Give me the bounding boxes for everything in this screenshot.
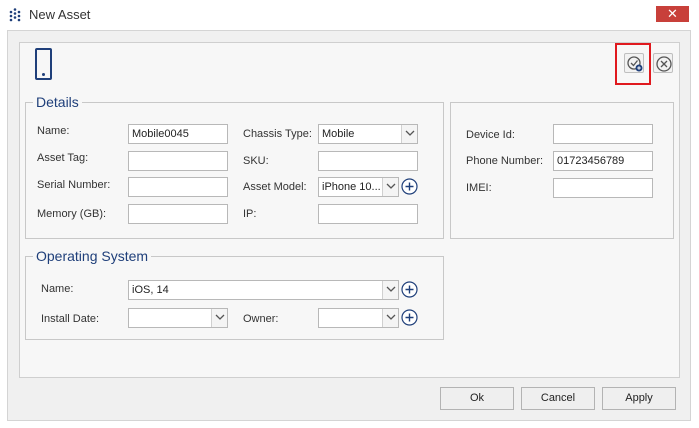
sku-input[interactable] xyxy=(318,151,418,171)
phone-home-dot xyxy=(42,73,45,76)
save-check-icon xyxy=(627,56,643,72)
chassis-type-label: Chassis Type: xyxy=(243,128,312,140)
install-date-picker[interactable] xyxy=(128,308,228,328)
asset-tag-input[interactable] xyxy=(128,151,228,171)
save-check-button[interactable] xyxy=(624,53,644,73)
os-name-label: Name: xyxy=(41,283,74,295)
ip-label: IP: xyxy=(243,208,257,220)
os-name-select[interactable]: iOS, 14 xyxy=(128,280,399,300)
details-title: Details xyxy=(33,94,82,110)
owner-label: Owner: xyxy=(243,313,279,325)
chassis-type-value: Mobile xyxy=(322,128,355,140)
serial-number-label: Serial Number: xyxy=(37,179,111,191)
sku-label: SKU: xyxy=(243,155,269,167)
ok-button[interactable]: Ok xyxy=(440,387,514,410)
os-name-value: iOS, 14 xyxy=(132,284,169,296)
phone-number-label: Phone Number: xyxy=(466,155,544,167)
serial-number-input[interactable] xyxy=(128,177,228,197)
asset-tag-label: Asset Tag: xyxy=(37,152,89,164)
cancel-button[interactable]: Cancel xyxy=(521,387,595,410)
ip-input[interactable] xyxy=(318,204,418,224)
chevron-down-icon[interactable] xyxy=(382,281,398,299)
name-label: Name: xyxy=(37,125,70,137)
discard-button[interactable] xyxy=(653,53,673,73)
title-bar: New Asset ✕ xyxy=(0,0,699,30)
chevron-down-icon[interactable] xyxy=(401,125,417,143)
chassis-type-select[interactable]: Mobile xyxy=(318,124,418,144)
name-input[interactable]: Mobile0045 xyxy=(128,124,228,144)
add-os-icon[interactable] xyxy=(401,281,418,298)
device-id-label: Device Id: xyxy=(466,129,515,141)
asset-model-value: iPhone 10... xyxy=(322,181,381,193)
device-id-input[interactable] xyxy=(553,124,653,144)
app-grid-icon xyxy=(9,8,21,22)
install-date-label: Install Date: xyxy=(41,313,100,325)
memory-label: Memory (GB): xyxy=(37,208,107,220)
window-close-button[interactable]: ✕ xyxy=(656,6,689,22)
phone-number-input[interactable]: 01723456789 xyxy=(553,151,653,171)
close-circle-icon xyxy=(656,56,672,72)
asset-model-label: Asset Model: xyxy=(243,181,307,193)
apply-button[interactable]: Apply xyxy=(602,387,676,410)
chevron-down-icon[interactable] xyxy=(211,309,227,327)
add-asset-model-icon[interactable] xyxy=(401,178,418,195)
asset-model-select[interactable]: iPhone 10... xyxy=(318,177,399,197)
add-owner-icon[interactable] xyxy=(401,309,418,326)
os-title: Operating System xyxy=(33,248,152,264)
memory-input[interactable] xyxy=(128,204,228,224)
chevron-down-icon[interactable] xyxy=(382,309,398,327)
window-title: New Asset xyxy=(29,7,91,22)
owner-select[interactable] xyxy=(318,308,399,328)
imei-input[interactable] xyxy=(553,178,653,198)
imei-label: IMEI: xyxy=(466,182,492,194)
chevron-down-icon[interactable] xyxy=(382,178,398,196)
